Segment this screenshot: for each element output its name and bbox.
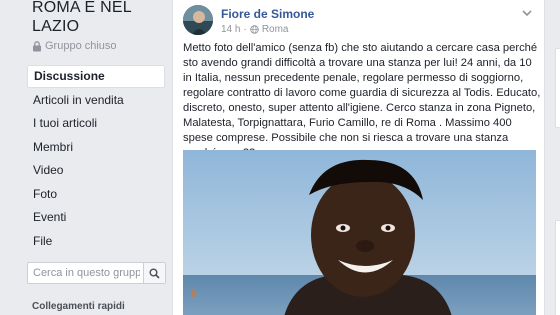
nav-item-articoli-in-vendita[interactable]: Articoli in vendita	[27, 89, 165, 112]
group-privacy: Gruppo chiuso	[32, 40, 117, 52]
nav-item-eventi[interactable]: Eventi	[27, 206, 165, 229]
nav-item-i-tuoi-articoli[interactable]: I tuoi articoli	[27, 112, 165, 135]
search-icon	[149, 268, 160, 279]
post-author[interactable]: Fiore de Simone	[221, 7, 314, 21]
group-nav: Discussione Articoli in vendita I tuoi a…	[27, 65, 165, 253]
nav-item-foto[interactable]: Foto	[27, 183, 165, 206]
search-button[interactable]	[143, 263, 165, 283]
nav-item-video[interactable]: Video	[27, 159, 165, 182]
photo-image	[183, 150, 536, 315]
nav-item-membri[interactable]: Membri	[27, 136, 165, 159]
nav-item-file[interactable]: File	[27, 230, 165, 253]
quick-links-heading: Collegamenti rapidi	[32, 301, 125, 312]
group-title[interactable]: ROMA E NEL LAZIO	[32, 0, 162, 36]
post-card: Fiore de Simone 14 h · Roma Metto foto d…	[172, 0, 545, 315]
chevron-down-icon[interactable]	[520, 6, 534, 20]
post-time[interactable]: 14 h	[221, 24, 240, 35]
meta-separator: ·	[243, 24, 247, 35]
post-meta: 14 h · Roma	[221, 24, 289, 35]
lock-icon	[33, 40, 41, 51]
group-privacy-label: Gruppo chiuso	[45, 40, 117, 52]
post-text: Metto foto dell'amico (senza fb) che sto…	[183, 42, 541, 159]
author-avatar[interactable]	[183, 5, 213, 35]
group-search	[27, 262, 166, 284]
avatar-image	[183, 5, 213, 35]
post-location[interactable]: Roma	[262, 24, 289, 35]
group-search-input[interactable]	[28, 267, 140, 279]
right-column-card	[555, 48, 560, 128]
group-sidebar: ROMA E NEL LAZIO Gruppo chiuso Discussio…	[0, 0, 172, 315]
post-photo[interactable]	[183, 150, 536, 315]
nav-item-discussione[interactable]: Discussione	[27, 65, 165, 88]
globe-icon	[250, 25, 259, 34]
facebook-group-page: ROMA E NEL LAZIO Gruppo chiuso Discussio…	[0, 0, 560, 315]
right-column-card	[555, 220, 560, 315]
